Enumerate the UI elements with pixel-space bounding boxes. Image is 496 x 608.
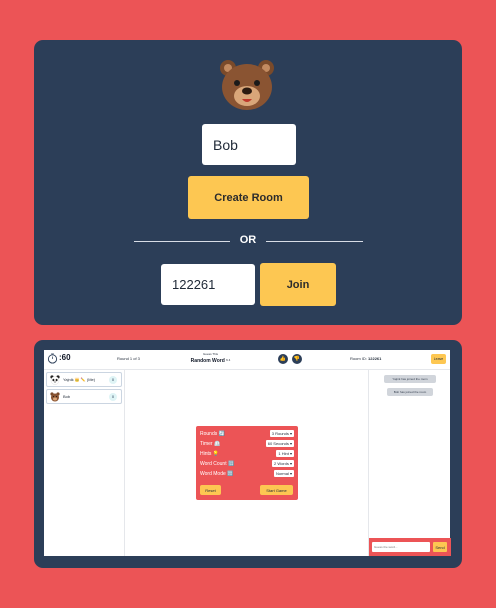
player-name: Yajnik 👑 ✏️ (Me) (63, 377, 96, 382)
player-name: Bob (63, 394, 71, 399)
start-game-button[interactable]: Start Game (260, 485, 293, 495)
create-room-button[interactable]: Create Room (188, 176, 309, 219)
room-id: Room ID: 122261 (350, 356, 381, 361)
guess-label: Guess This (202, 352, 219, 356)
setting-timer: Timer ⏲️ 60 Seconds ▾ (200, 440, 294, 448)
round-indicator: Round 1 of 3 (117, 356, 140, 361)
setting-label: Timer ⏲️ (200, 441, 221, 447)
reset-button[interactable]: Reset (200, 485, 221, 495)
join-button[interactable]: Join (260, 263, 336, 306)
guess-input[interactable] (372, 542, 430, 552)
panda-icon (50, 375, 60, 385)
room-id-value: 122261 (368, 356, 382, 361)
setting-word-mode: Word Mode 🔠 Normal ▾ (200, 470, 294, 478)
guess-word: Random Word 6 4 (182, 358, 239, 364)
chat-message: Yajnik has joined the room (384, 375, 436, 383)
leave-button[interactable]: Leave (431, 354, 446, 364)
setting-word-count: Word Count 🔢 2 Words ▾ (200, 460, 294, 468)
game-settings-panel: Rounds 🔄 3 Rounds ▾ Timer ⏲️ 60 Seconds … (196, 426, 298, 500)
setting-label: Hints 💡 (200, 451, 220, 457)
timer-select[interactable]: 60 Seconds ▾ (265, 440, 294, 447)
player-row[interactable]: Yajnik 👑 ✏️ (Me) 0 (46, 372, 122, 387)
game-window: :60 Round 1 of 3 Guess This Random Word … (44, 350, 451, 556)
room-id-label: Room ID: (350, 356, 367, 361)
word-length: 6 4 (226, 358, 231, 362)
setting-hints: Hints 💡 1 Hint ▾ (200, 450, 294, 458)
game-header: :60 Round 1 of 3 Guess This Random Word … (44, 350, 450, 370)
or-label: OR (239, 234, 257, 246)
chat-input-bar: Send (369, 538, 451, 556)
timer-icon (47, 353, 58, 364)
rounds-select[interactable]: 3 Rounds ▾ (269, 430, 294, 437)
guess-word-text: Random Word (190, 358, 225, 364)
player-score: 0 (109, 376, 117, 384)
player-score: 0 (109, 393, 117, 401)
thumbs-up-button[interactable]: 👍 (278, 354, 288, 364)
setting-label: Rounds 🔄 (200, 431, 225, 437)
room-code-input[interactable] (161, 264, 255, 305)
setting-label: Word Count 🔢 (200, 461, 235, 467)
username-input[interactable] (202, 124, 296, 165)
thumbs-down-button[interactable]: 👎 (292, 354, 302, 364)
setting-label: Word Mode 🔠 (200, 471, 234, 477)
or-divider-left (134, 241, 230, 242)
chat-message: Bob has joined the room (387, 388, 433, 396)
send-button[interactable]: Send (433, 542, 447, 552)
bear-icon (50, 392, 60, 402)
timer-value: :60 (59, 353, 71, 362)
chat-panel: Yajnik has joined the room Bob has joine… (368, 370, 451, 556)
players-panel: Yajnik 👑 ✏️ (Me) 0 Bob 0 (44, 370, 125, 556)
word-count-select[interactable]: 2 Words ▾ (272, 460, 294, 467)
hints-select[interactable]: 1 Hint ▾ (276, 450, 294, 457)
bear-avatar-icon (220, 60, 274, 110)
or-divider-right (266, 241, 363, 242)
player-row[interactable]: Bob 0 (46, 389, 122, 404)
setting-rounds: Rounds 🔄 3 Rounds ▾ (200, 430, 294, 438)
word-mode-select[interactable]: Normal ▾ (273, 470, 294, 477)
